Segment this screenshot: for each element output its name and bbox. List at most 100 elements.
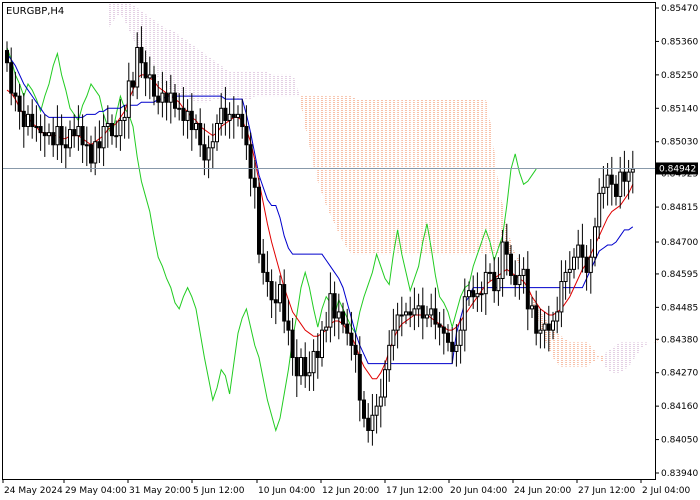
cloud-segment: [464, 99, 469, 255]
candle-body: [341, 311, 345, 325]
y-tick-label: 0.84815: [661, 203, 698, 213]
candle-body: [441, 326, 446, 334]
cloud-segment: [145, 14, 150, 66]
cloud-segment: [225, 68, 230, 97]
cloud-segment: [254, 71, 259, 97]
candle-body: [34, 126, 39, 129]
candle-body: [278, 284, 282, 304]
x-tick-label: 27 Jun 12:00: [578, 486, 635, 496]
candle-body: [122, 116, 127, 121]
cloud-segment: [170, 29, 175, 94]
cloud-segment: [607, 348, 612, 373]
y-tick-label: 0.85360: [661, 37, 698, 47]
candle-body: [546, 323, 551, 331]
cloud-segment: [439, 99, 444, 255]
candle-body: [72, 129, 77, 137]
candle-body: [5, 50, 9, 64]
cloud-segment: [355, 99, 360, 255]
candle-body: [147, 74, 152, 79]
candle-body: [605, 174, 610, 188]
candle-body: [257, 186, 261, 255]
candle-body: [387, 344, 392, 371]
candle-body: [597, 192, 602, 228]
candle-body: [517, 274, 522, 286]
candle-body: [446, 332, 450, 343]
candle-body: [614, 183, 618, 197]
candle-body: [513, 274, 518, 286]
cloud-segment: [221, 65, 226, 100]
x-tick-label: 17 Jun 12:00: [386, 486, 443, 496]
candle-body: [395, 314, 400, 331]
y-tick-label: 0.84700: [661, 238, 698, 248]
candle-body: [618, 171, 623, 197]
cloud-segment: [158, 23, 163, 84]
candle-body: [206, 147, 211, 161]
cloud-segment: [376, 99, 381, 255]
price-tag-label: 0.84942: [659, 164, 696, 174]
candle-body: [51, 132, 56, 146]
candle-body: [332, 293, 337, 319]
x-tick-label: 31 May 20:00: [129, 486, 191, 496]
cloud-segment: [343, 96, 348, 249]
cloud-segment: [154, 20, 159, 78]
cloud-segment: [137, 8, 142, 54]
candle-body: [521, 268, 526, 276]
candle-body: [185, 110, 190, 121]
candle-body: [248, 144, 253, 179]
candle-body: [383, 369, 387, 398]
cloud-segment: [259, 71, 264, 97]
candle-body: [551, 320, 555, 331]
candle-body: [135, 47, 140, 88]
cloud-segment: [267, 71, 272, 97]
candle-body: [110, 122, 114, 137]
candle-body: [26, 113, 30, 128]
candle-body: [374, 405, 379, 416]
cloud-segment: [229, 71, 234, 100]
candle-body: [357, 353, 362, 401]
candle-body: [408, 311, 413, 316]
candle-body: [362, 399, 366, 419]
cloud-segment: [452, 99, 457, 255]
candle-body: [231, 113, 236, 118]
candle-body: [626, 171, 631, 182]
candle-body: [488, 271, 492, 274]
candle-body: [286, 320, 291, 331]
candle-body: [425, 314, 429, 319]
current-price-tag: 0.84942: [656, 162, 698, 175]
cloud-segment: [149, 17, 154, 72]
candle-body: [269, 281, 274, 301]
cloud-segment: [338, 96, 343, 243]
y-tick-label: 0.84050: [661, 436, 698, 446]
cloud-segment: [351, 96, 356, 255]
candle-body: [622, 171, 627, 182]
candle-body: [13, 92, 18, 97]
candle-body: [265, 271, 270, 283]
candle-body: [68, 129, 72, 149]
candle-body: [244, 126, 249, 146]
candle-body: [538, 329, 543, 334]
x-tick-label: 10 Jun 04:00: [258, 486, 315, 496]
cloud-segment: [616, 342, 621, 373]
candle-body: [97, 141, 102, 149]
cloud-segment: [284, 74, 289, 97]
candle-body: [404, 311, 408, 316]
candle-body: [282, 284, 287, 322]
y-tick-label: 0.85470: [661, 4, 698, 14]
candle-body: [156, 95, 161, 103]
cloud-segment: [368, 99, 373, 255]
cloud-segment: [414, 99, 419, 255]
x-tick-label: 29 May 04:00: [65, 486, 127, 496]
x-tick-label: 5 Jun 12:00: [193, 486, 245, 496]
candle-body: [572, 256, 576, 270]
candle-body: [630, 168, 635, 173]
cloud-segment: [456, 99, 461, 255]
cloud-segment: [582, 342, 587, 367]
candle-body: [567, 268, 572, 273]
cloud-segment: [406, 99, 411, 255]
candle-body: [21, 110, 26, 128]
candle-body: [412, 308, 417, 316]
candle-body: [433, 308, 438, 325]
candle-body: [89, 144, 93, 164]
y-tick-label: 0.84270: [661, 369, 698, 379]
cloud-segment: [443, 99, 448, 255]
